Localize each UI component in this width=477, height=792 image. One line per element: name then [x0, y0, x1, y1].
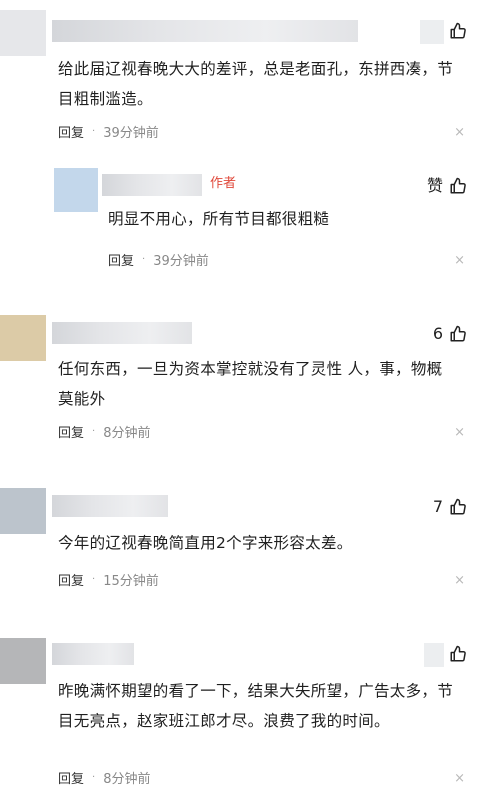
reply-button[interactable]: 回复	[58, 570, 84, 589]
separator-dot: ·	[92, 574, 96, 585]
like-count: 6	[432, 324, 443, 343]
separator-dot: ·	[92, 772, 96, 783]
like-button[interactable]: 赞	[427, 176, 467, 196]
comment-meta: 回复 · 8分钟前	[58, 422, 150, 441]
thumbs-up-icon	[449, 177, 467, 195]
thumbs-up-icon	[449, 325, 467, 343]
close-icon[interactable]: ×	[454, 772, 465, 786]
avatar[interactable]	[54, 168, 98, 212]
timestamp: 8分钟前	[103, 772, 151, 787]
comment-text: 昨晚满怀期望的看了一下，结果大失所望，广告太多，节目无亮点，赵家班江郎才尽。浪费…	[58, 682, 454, 730]
comment-text: 今年的辽视春晚简直用2个字来形容太差。	[58, 534, 353, 552]
like-button[interactable]	[443, 645, 467, 663]
username-blurred[interactable]	[52, 643, 134, 665]
close-icon[interactable]: ×	[454, 574, 465, 588]
thumbs-up-icon	[449, 498, 467, 516]
separator-dot: ·	[142, 254, 146, 265]
close-icon[interactable]: ×	[454, 126, 465, 140]
reply-button[interactable]: 回复	[108, 250, 134, 269]
separator-dot: ·	[92, 426, 96, 437]
reply-button[interactable]: 回复	[58, 422, 84, 441]
comment-text: 任何东西，一旦为资本掌控就没有了灵性 人，事，物概莫能外	[58, 360, 443, 408]
like-count: 赞	[426, 176, 443, 195]
like-button[interactable]: 7	[433, 497, 467, 517]
comment-text: 给此届辽视春晚大大的差评，总是老面孔，东拼西凑，节目粗制滥造。	[58, 60, 454, 108]
username-blurred[interactable]	[52, 20, 358, 42]
comment-meta: 回复 · 15分钟前	[58, 570, 159, 589]
reply-button[interactable]: 回复	[58, 122, 84, 141]
separator-dot: ·	[92, 126, 96, 137]
username-blurred[interactable]	[102, 174, 202, 196]
like-count: 7	[432, 497, 443, 516]
avatar[interactable]	[0, 488, 46, 534]
username-blurred[interactable]	[52, 322, 192, 344]
close-icon[interactable]: ×	[454, 426, 465, 440]
comment-text: 明显不用心，所有节目都很粗糙	[108, 210, 330, 228]
avatar[interactable]	[0, 10, 46, 56]
avatar[interactable]	[0, 315, 46, 361]
badge-blurred	[424, 643, 444, 667]
close-icon[interactable]: ×	[454, 254, 465, 268]
comment-meta: 回复 · 39分钟前	[108, 250, 209, 269]
timestamp: 39分钟前	[103, 126, 159, 141]
like-button[interactable]	[443, 22, 467, 40]
thumbs-up-icon	[449, 645, 467, 663]
like-button[interactable]: 6	[433, 324, 467, 344]
thumbs-up-icon	[449, 22, 467, 40]
username-blurred[interactable]	[52, 495, 168, 517]
author-badge: 作者	[210, 176, 237, 191]
comment-meta: 回复 · 39分钟前	[58, 122, 159, 141]
avatar[interactable]	[0, 638, 46, 684]
badge-blurred	[420, 20, 444, 44]
comment-meta: 回复 · 8分钟前	[58, 768, 150, 787]
timestamp: 39分钟前	[153, 254, 209, 269]
timestamp: 8分钟前	[103, 426, 151, 441]
reply-button[interactable]: 回复	[58, 768, 84, 787]
timestamp: 15分钟前	[103, 574, 159, 589]
